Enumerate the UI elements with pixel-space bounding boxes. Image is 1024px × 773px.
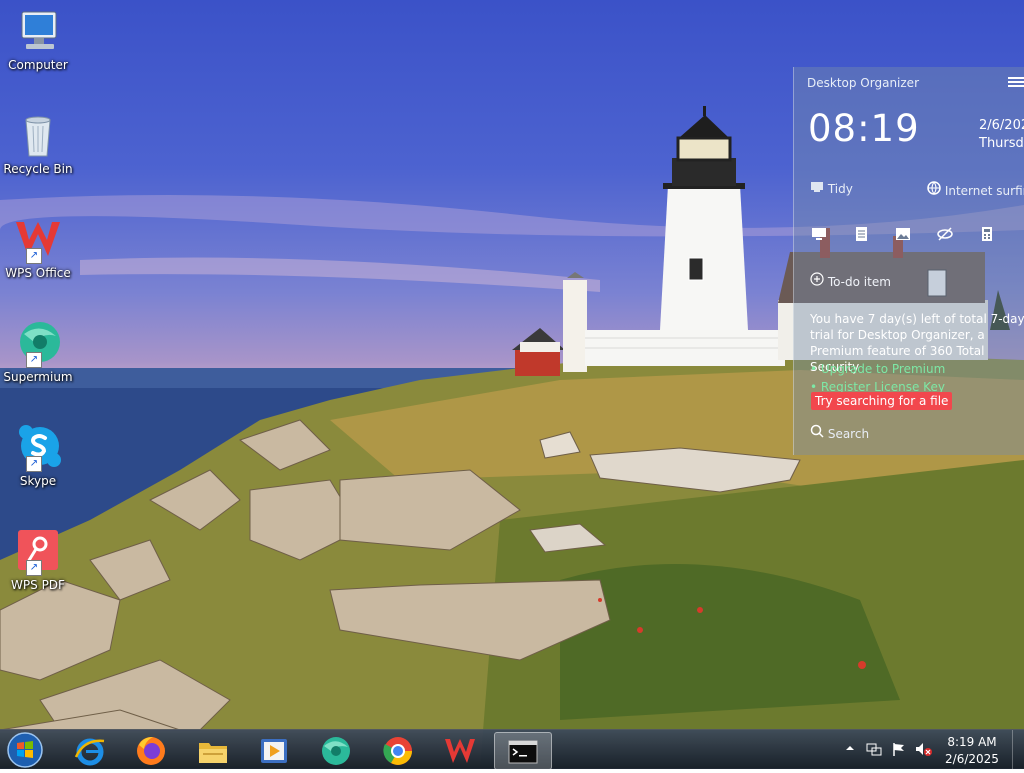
image-icon[interactable] (895, 226, 911, 242)
taskbar-clock-time: 8:19 AM (947, 735, 997, 749)
taskbar: 8:19 AM 2/6/2025 (0, 729, 1024, 770)
taskbar-firefox[interactable] (123, 732, 179, 768)
taskbar-file-explorer[interactable] (185, 732, 241, 768)
desktop-icon-wps-pdf[interactable]: ↗ WPS PDF (0, 528, 76, 592)
desktop-icon-label: Skype (19, 474, 57, 488)
desktop-icon-supermium[interactable]: ↗ Supermium (0, 320, 76, 384)
hamburger-menu-icon[interactable] (1008, 75, 1024, 89)
show-desktop-button[interactable] (1012, 730, 1024, 769)
command-prompt-icon (508, 740, 538, 764)
show-hidden-icons-icon[interactable] (845, 741, 855, 755)
taskbar-clock-date: 2/6/2025 (945, 752, 999, 766)
internet-surfing-label: Internet surfing (944, 184, 1024, 198)
computer-icon (21, 11, 57, 49)
upgrade-premium-link[interactable]: • Upgrade to Premium (810, 362, 945, 376)
organizer-date-value: 2/6/2025 (979, 118, 1024, 133)
file-explorer-icon (199, 743, 227, 763)
search-label: Search (827, 427, 870, 441)
action-center-flag-icon[interactable] (891, 741, 907, 757)
shortcut-arrow-icon: ↗ (26, 248, 42, 264)
desktop-organizer-widget: Desktop Organizer 08:19 2/6/2025 Thursda… (793, 67, 1024, 455)
taskbar-wps-office[interactable] (432, 732, 488, 768)
monitor-icon[interactable] (811, 226, 827, 242)
firefox-icon (137, 737, 165, 765)
notes-icon[interactable] (853, 226, 869, 242)
todo-item-button[interactable]: To-do item (810, 272, 891, 289)
organizer-title: Desktop Organizer (807, 76, 919, 90)
desktop-icon-label: WPS PDF (11, 578, 65, 592)
todo-label: To-do item (827, 275, 891, 289)
taskbar-chrome[interactable] (370, 732, 426, 768)
shortcut-arrow-icon: ↗ (26, 352, 42, 368)
volume-muted-icon[interactable] (914, 741, 932, 757)
desktop-icon-label: Supermium (3, 370, 73, 384)
globe-icon (927, 181, 941, 195)
shortcut-arrow-icon: ↗ (26, 456, 42, 472)
desktop-icon-computer[interactable]: Computer (0, 8, 76, 72)
recycle-bin-icon (25, 116, 51, 157)
organizer-weekday: Thursday (979, 136, 1024, 151)
taskbar-command-prompt[interactable] (494, 732, 552, 770)
tidy-button[interactable]: Tidy (810, 181, 853, 196)
add-circle-icon (810, 272, 824, 286)
chrome-icon (383, 737, 412, 765)
organizer-date: 2/6/2025 Thursday (979, 117, 1024, 153)
search-icon (810, 424, 824, 438)
shortcut-arrow-icon: ↗ (26, 560, 42, 576)
network-icon[interactable] (866, 741, 882, 757)
desktop-icon-label: Computer (8, 58, 68, 72)
desktop-icon-label: Recycle Bin (3, 162, 73, 176)
taskbar-media-player[interactable] (246, 732, 302, 768)
desktop-icon-skype[interactable]: ↗ Skype (0, 424, 76, 488)
windows-start-icon (7, 732, 43, 768)
supermium-icon (322, 737, 350, 765)
desktop-icon-wps-office[interactable]: ↗ WPS Office (0, 216, 76, 280)
desktop-icon-recycle-bin[interactable]: Recycle Bin (0, 112, 76, 176)
organizer-clock: 08:19 (808, 107, 920, 150)
tidy-label: Tidy (827, 182, 853, 196)
calculator-icon[interactable] (979, 226, 995, 242)
taskbar-internet-explorer[interactable] (62, 732, 118, 768)
media-player-icon (261, 739, 287, 763)
taskbar-clock[interactable]: 8:19 AM 2/6/2025 (936, 734, 1008, 768)
search-tip-tooltip: Try searching for a file (811, 392, 953, 410)
wps-office-icon (445, 739, 475, 763)
start-button[interactable] (5, 731, 45, 769)
internet-explorer-icon (74, 738, 105, 766)
internet-surfing-button[interactable]: Internet surfing (927, 181, 1024, 198)
organizer-search[interactable]: Search (810, 424, 869, 441)
tidy-icon (811, 182, 823, 192)
desktop-icon-label: WPS Office (5, 266, 71, 280)
taskbar-supermium[interactable] (308, 732, 364, 768)
hide-icon[interactable] (937, 226, 953, 242)
